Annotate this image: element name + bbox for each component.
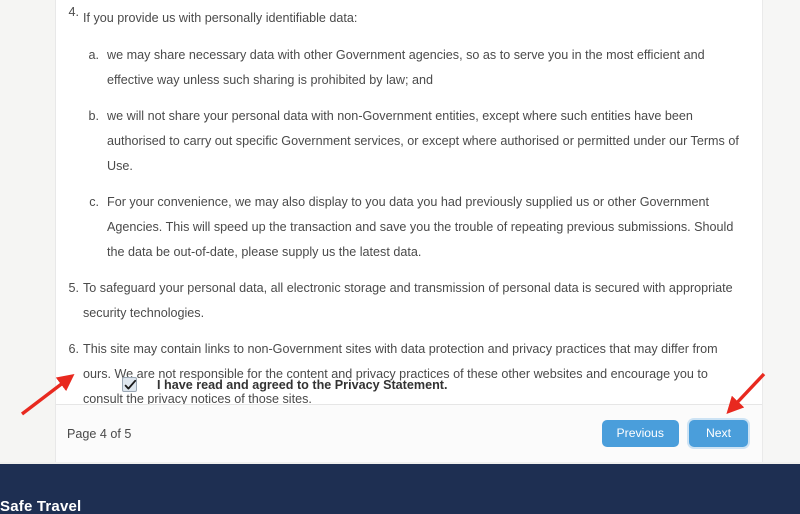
site-footer-brand: Safe Travel — [0, 498, 82, 514]
clause-text-4c: For your convenience, we may also displa… — [107, 195, 734, 259]
privacy-statement-body: 4. If you provide us with personally ide… — [56, 0, 762, 404]
clause-marker-5: 5. — [68, 281, 79, 295]
privacy-consent-checkbox[interactable] — [122, 377, 137, 392]
consent-row: I have read and agreed to the Privacy St… — [56, 377, 447, 392]
clause-sublist-4: a. we may share necessary data with othe… — [83, 43, 762, 265]
page-root: 4. If you provide us with personally ide… — [0, 0, 800, 514]
clause-text-4a: we may share necessary data with other G… — [107, 48, 705, 87]
privacy-consent-label: I have read and agreed to the Privacy St… — [157, 377, 448, 392]
checkmark-icon — [124, 379, 137, 390]
page-gutter-right — [763, 0, 800, 462]
footer-divider — [0, 462, 800, 464]
clause-text-5: To safeguard your personal data, all ele… — [83, 281, 733, 320]
page-gutter-left — [0, 0, 55, 462]
clause-marker-4b: b. — [88, 109, 99, 123]
clause-text-4: If you provide us with personally identi… — [83, 11, 358, 25]
clause-marker-6: 6. — [68, 342, 79, 356]
clause-text-4b: we will not share your personal data wit… — [107, 109, 739, 173]
clause-item-4b: b. we will not share your personal data … — [83, 104, 762, 179]
clause-item-6: 6. This site may contain links to non-Go… — [56, 337, 762, 404]
next-button[interactable]: Next — [688, 419, 748, 448]
clause-marker-4c: c. — [89, 195, 99, 209]
form-wizard-footer: Page 4 of 5 Previous Next — [56, 404, 762, 462]
site-footer: Safe Travel — [0, 462, 800, 514]
clause-item-4c: c. For your convenience, we may also dis… — [83, 190, 762, 265]
clause-marker-4a: a. — [88, 48, 99, 62]
privacy-clause-list: 4. If you provide us with personally ide… — [56, 0, 762, 404]
clause-marker-4: 4. — [68, 5, 79, 19]
clause-text-6: This site may contain links to non-Gover… — [83, 342, 718, 404]
wizard-nav-buttons: Previous Next — [601, 419, 748, 448]
page-indicator: Page 4 of 5 — [67, 426, 132, 441]
clause-item-4a: a. we may share necessary data with othe… — [83, 43, 762, 93]
clause-item-5: 5. To safeguard your personal data, all … — [56, 276, 762, 326]
clause-item-4: 4. If you provide us with personally ide… — [56, 0, 762, 265]
previous-button[interactable]: Previous — [601, 419, 679, 448]
privacy-statement-card: 4. If you provide us with personally ide… — [55, 0, 763, 462]
